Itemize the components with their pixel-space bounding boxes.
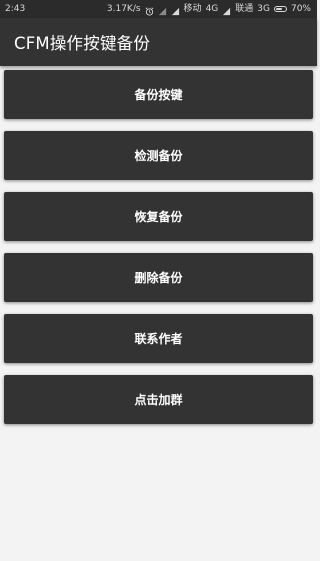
restore-backup-button[interactable]: 恢复备份 bbox=[4, 192, 313, 241]
carrier-2-label: 联通 bbox=[235, 4, 254, 14]
check-backup-button[interactable]: 检测备份 bbox=[4, 131, 313, 180]
app-title: CFM操作按键备份 bbox=[14, 34, 151, 53]
network-1-label: 4G bbox=[205, 4, 219, 14]
battery-percent: 70% bbox=[290, 4, 311, 14]
battery-icon bbox=[273, 6, 287, 12]
backup-keys-button[interactable]: 备份按键 bbox=[4, 70, 313, 119]
app-toolbar: CFM操作按键备份 bbox=[0, 18, 317, 66]
signal-bars-icon bbox=[171, 5, 180, 15]
carrier-1-label: 移动 bbox=[183, 4, 202, 14]
status-right-group: 3.17K/s 移动 4G 联通 3G 70% bbox=[107, 0, 311, 18]
signal-bars-icon bbox=[222, 5, 231, 15]
muted-signal-icon bbox=[158, 5, 167, 15]
network-2-label: 3G bbox=[257, 4, 270, 14]
alarm-icon bbox=[145, 5, 154, 16]
network-speed: 3.17K/s bbox=[106, 4, 141, 14]
join-group-button[interactable]: 点击加群 bbox=[4, 375, 313, 424]
contact-author-button[interactable]: 联系作者 bbox=[4, 314, 313, 363]
battery-fill bbox=[275, 8, 282, 10]
status-bar: 2:43 3.17K/s 移动 4G 联通 3G 70% bbox=[0, 0, 317, 18]
status-time: 2:43 bbox=[5, 4, 26, 14]
delete-backup-button[interactable]: 删除备份 bbox=[4, 253, 313, 302]
